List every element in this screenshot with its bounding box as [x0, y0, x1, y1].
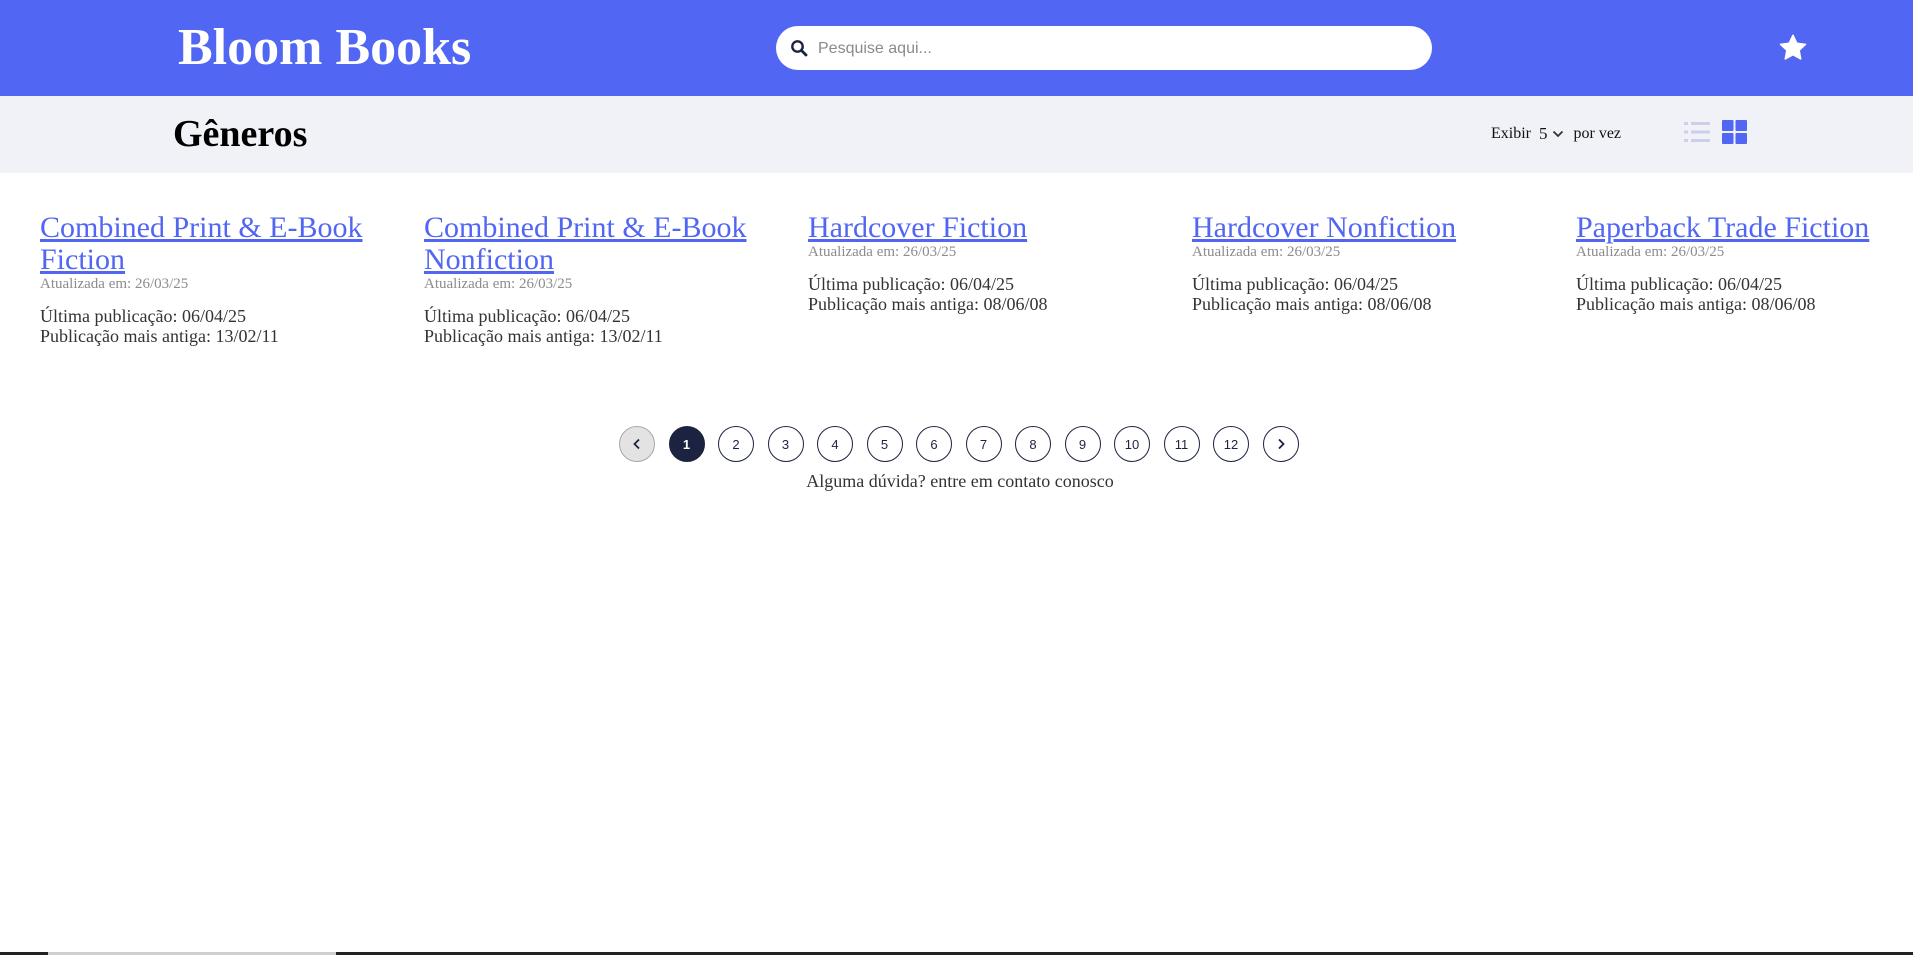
star-icon[interactable]	[1778, 33, 1808, 63]
page-title: Gêneros	[173, 113, 308, 155]
brand-logo[interactable]: Bloom Books	[178, 18, 471, 78]
genre-title-link[interactable]: Hardcover Nonfiction	[1192, 212, 1522, 244]
last-publication: Última publicação: 06/04/25	[808, 274, 1014, 294]
updated-date: Atualizada em: 26/03/25	[1576, 244, 1725, 260]
show-label: Exibir	[1491, 125, 1531, 142]
genre-title-link[interactable]: Hardcover Fiction	[808, 212, 1138, 244]
search-box	[776, 26, 1432, 70]
per-page-select[interactable]: 5	[1539, 124, 1564, 144]
grid-view-icon[interactable]	[1722, 120, 1747, 144]
oldest-publication: Publicação mais antiga: 08/06/08	[808, 294, 1048, 314]
genres-toolbar: Gêneros Exibir 5 por vez	[0, 96, 1913, 173]
page-button-3[interactable]: 3	[767, 426, 804, 462]
top-navigation-bar: Bloom Books	[0, 0, 1913, 96]
next-page-button[interactable]	[1262, 426, 1299, 462]
genre-card: Hardcover Fiction Atualizada em: 26/03/2…	[808, 212, 1138, 315]
genre-card: Combined Print & E-Book Nonfiction Atual…	[424, 212, 754, 347]
page-button-10[interactable]: 10	[1114, 426, 1150, 462]
last-publication: Última publicação: 06/04/25	[40, 306, 246, 326]
oldest-publication: Publicação mais antiga: 13/02/11	[40, 326, 279, 346]
updated-date: Atualizada em: 26/03/25	[808, 244, 957, 260]
page-button-7[interactable]: 7	[965, 426, 1002, 462]
per-page-control: Exibir 5 por vez	[1491, 124, 1621, 144]
page-button-2[interactable]: 2	[718, 426, 754, 462]
updated-date: Atualizada em: 26/03/25	[40, 276, 189, 292]
genre-title-link[interactable]: Combined Print & E-Book Fiction	[40, 212, 370, 276]
chevron-left-icon	[633, 438, 640, 450]
chevron-down-icon	[1552, 130, 1563, 138]
last-publication: Última publicação: 06/04/25	[424, 306, 630, 326]
oldest-publication: Publicação mais antiga: 08/06/08	[1192, 294, 1432, 314]
genre-title-link[interactable]: Paperback Trade Fiction	[1576, 212, 1906, 244]
page-button-9[interactable]: 9	[1064, 426, 1101, 462]
oldest-publication: Publicação mais antiga: 08/06/08	[1576, 294, 1816, 314]
genre-card: Hardcover Nonfiction Atualizada em: 26/0…	[1192, 212, 1522, 315]
page-button-5[interactable]: 5	[866, 426, 903, 462]
genre-title-link[interactable]: Combined Print & E-Book Nonfiction	[424, 212, 754, 276]
search-input[interactable]	[816, 30, 1410, 68]
per-page-suffix: por vez	[1573, 125, 1622, 142]
page-button-8[interactable]: 8	[1015, 426, 1051, 462]
last-publication: Última publicação: 06/04/25	[1576, 274, 1782, 294]
search-icon	[791, 40, 808, 57]
page-button-4[interactable]: 4	[817, 426, 853, 462]
chevron-right-icon	[1277, 438, 1285, 450]
genre-card: Combined Print & E-Book Fiction Atualiza…	[40, 212, 370, 347]
previous-page-button[interactable]	[619, 426, 655, 462]
last-publication: Última publicação: 06/04/25	[1192, 274, 1398, 294]
oldest-publication: Publicação mais antiga: 13/02/11	[424, 326, 663, 346]
page-button-11[interactable]: 11	[1163, 426, 1200, 462]
per-page-value: 5	[1539, 124, 1548, 143]
genre-card: Paperback Trade Fiction Atualizada em: 2…	[1576, 212, 1906, 315]
page-button-1[interactable]: 1	[668, 426, 705, 462]
page-button-6[interactable]: 6	[916, 426, 952, 462]
list-view-icon[interactable]	[1684, 121, 1710, 143]
updated-date: Atualizada em: 26/03/25	[424, 276, 573, 292]
page-button-12[interactable]: 12	[1213, 426, 1249, 462]
updated-date: Atualizada em: 26/03/25	[1192, 244, 1341, 260]
contact-link[interactable]: Alguma dúvida? entre em contato conosco	[0, 471, 1913, 492]
